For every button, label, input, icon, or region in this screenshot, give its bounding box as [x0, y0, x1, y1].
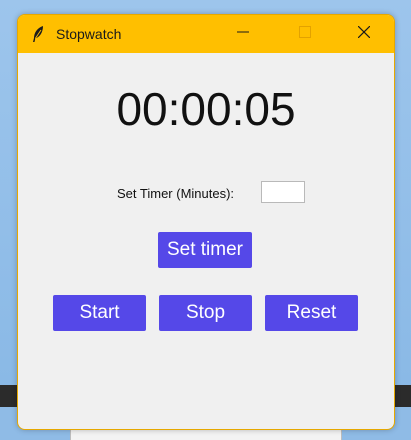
- timer-minutes-label: Set Timer (Minutes):: [117, 186, 235, 201]
- start-button[interactable]: Start: [53, 295, 146, 331]
- minimize-button[interactable]: [215, 15, 271, 53]
- title-bar[interactable]: Stopwatch: [18, 15, 394, 53]
- stop-button[interactable]: Stop: [159, 295, 252, 331]
- minimize-icon: [237, 25, 249, 43]
- time-display: 00:00:05: [116, 83, 296, 135]
- window-title: Stopwatch: [56, 26, 122, 42]
- reset-button[interactable]: Reset: [265, 295, 358, 331]
- stopwatch-window: Stopwatch 00:00:05 Set Timer (Minutes): …: [17, 14, 395, 430]
- set-timer-button[interactable]: Set timer: [158, 232, 252, 268]
- feather-icon: [30, 25, 46, 43]
- close-button[interactable]: [336, 15, 392, 53]
- maximize-icon: [299, 25, 311, 43]
- timer-minutes-input[interactable]: [261, 181, 305, 203]
- close-icon: [357, 25, 371, 43]
- maximize-button[interactable]: [277, 15, 333, 53]
